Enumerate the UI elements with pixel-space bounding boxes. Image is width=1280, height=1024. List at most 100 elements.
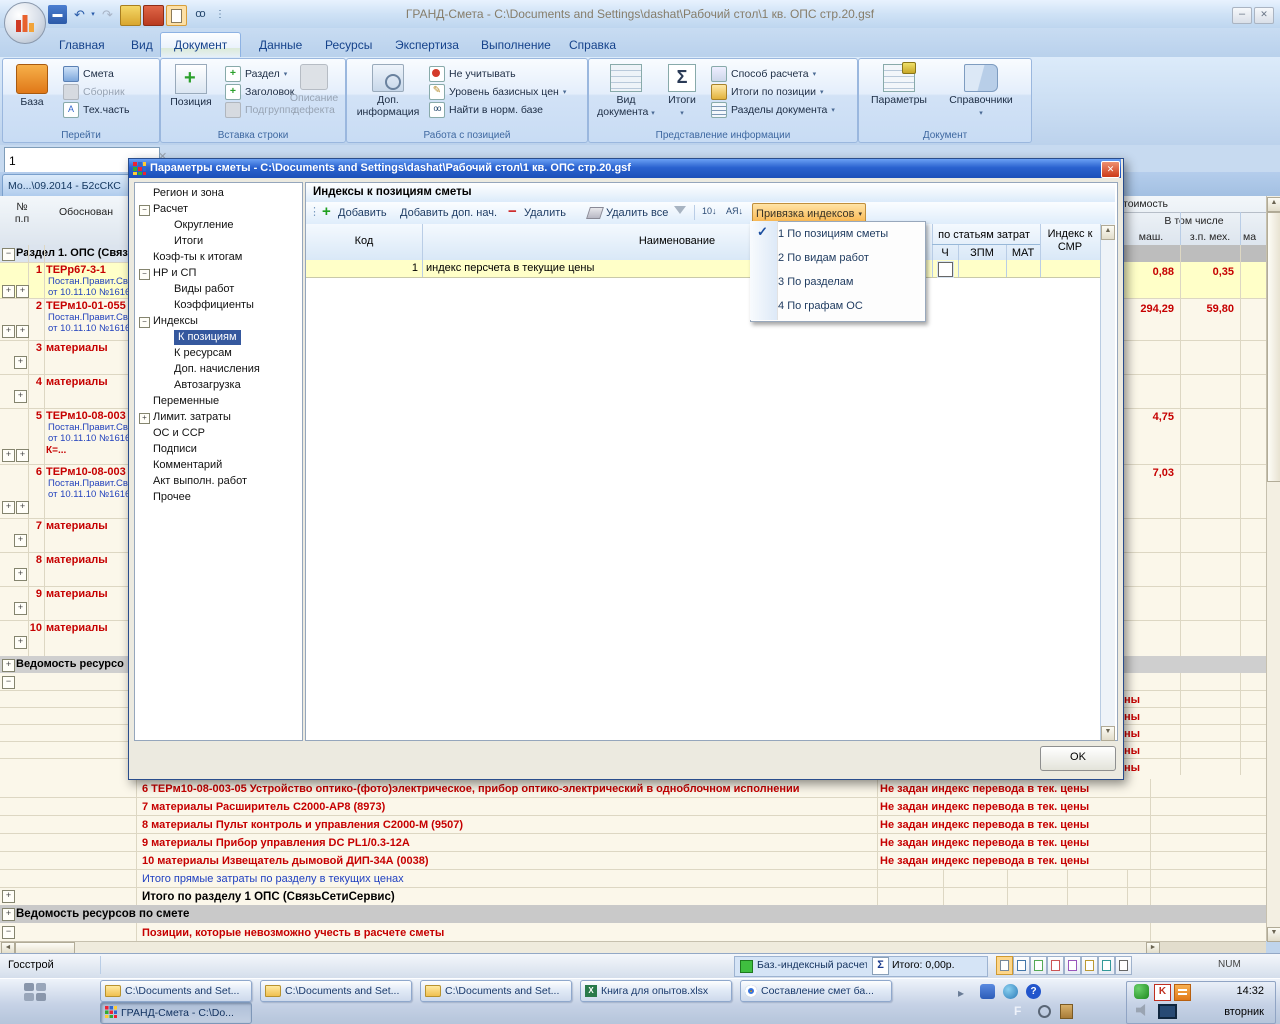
razdel-button[interactable]: +Раздел▾ (225, 65, 287, 82)
row-num[interactable]: 5 (0, 410, 42, 422)
tray-clover-icon[interactable] (1134, 984, 1149, 999)
view-mode-icon-3[interactable] (1030, 956, 1047, 975)
expand-icon[interactable]: + (2, 908, 15, 921)
zagolovok-button[interactable]: +Заголовок (225, 83, 294, 100)
qat-overflow-icon[interactable]: ⋮ (214, 5, 226, 24)
row-num[interactable]: 3 (0, 342, 42, 354)
collapse-icon[interactable]: − (2, 248, 15, 261)
tab-spravka[interactable]: Справка (556, 33, 629, 57)
expand-icon[interactable]: + (14, 390, 27, 403)
section-total-row[interactable]: Итого по разделу 1 ОПС (СвязьСетиСервис) (142, 891, 874, 903)
tray-expand-icon[interactable]: ▸ (958, 986, 964, 1000)
norm-base-icon[interactable] (120, 5, 141, 26)
expand-icon[interactable]: + (16, 285, 29, 298)
cell-value[interactable]: 4,75 (1122, 411, 1174, 423)
menu-item-po-vidam-rabot[interactable]: 2 По видам работ (778, 246, 920, 270)
tab-dannye[interactable]: Данные (246, 33, 315, 57)
taskbar-button-chrome[interactable]: Составление смет ба... (740, 980, 892, 1002)
add-icon[interactable]: + (322, 203, 331, 220)
itogi-po-pozicii-button[interactable]: Итоги по позиции▾ (711, 83, 823, 100)
undo-dropdown-icon[interactable]: ▾ (88, 5, 98, 24)
tab-glavnaya[interactable]: Главная (46, 33, 118, 57)
document-tab[interactable]: Мо...\09.2014 - Б2сСКС (2, 174, 139, 197)
expand-icon[interactable]: + (2, 659, 15, 672)
clipboard-view-icon[interactable] (166, 5, 187, 26)
app-button[interactable] (4, 2, 46, 44)
cell-value[interactable]: 59,80 (1180, 303, 1234, 315)
row-code[interactable]: материалы (46, 342, 128, 354)
row-num[interactable]: 1 (0, 264, 42, 276)
tray-globe-icon[interactable] (1003, 984, 1018, 999)
view-mode-icon-4[interactable] (1047, 956, 1064, 975)
vid-dokumenta-button[interactable]: Виддокумента ▾ (597, 64, 655, 120)
taskbar-button-folder-3[interactable]: C:\Documents and Set... (420, 980, 572, 1002)
tree-item-raschet[interactable]: Расчет (153, 202, 188, 217)
position-row-name[interactable]: 7 материалы Расширитель С2000-АР8 (8973) (142, 801, 874, 813)
view-mode-icon-5[interactable] (1064, 956, 1081, 975)
pozicija-button[interactable]: + Позиция (165, 64, 217, 108)
expand-icon[interactable]: + (2, 449, 15, 462)
expand-icon[interactable]: + (14, 356, 27, 369)
redo-icon[interactable]: ↷ (98, 5, 117, 24)
view-mode-icon-6[interactable] (1081, 956, 1098, 975)
cell-value[interactable]: 0,88 (1122, 266, 1174, 278)
tree-item-dop-nachislenija[interactable]: Доп. начисления (174, 362, 260, 377)
impossible-positions-row[interactable]: Позиции, которые невозможно учесть в рас… (142, 927, 874, 939)
row-num[interactable]: 7 (0, 520, 42, 532)
dop-informacija-button[interactable]: Доп.информация (355, 64, 421, 118)
tray-punto-icon[interactable] (1174, 984, 1191, 1001)
cell-value[interactable]: 7,03 (1122, 467, 1174, 479)
delete-icon[interactable]: − (508, 203, 517, 220)
taskbar-button-folder-2[interactable]: C:\Documents and Set... (260, 980, 412, 1002)
sposob-rascheta-button[interactable]: Способ расчета▾ (711, 65, 816, 82)
dialog-close-button[interactable]: ✕ (1101, 161, 1120, 178)
undo-icon[interactable]: ↶ (70, 5, 89, 24)
row-code[interactable]: ТЕРр67-3-1 (46, 264, 128, 276)
tree-item-nrsp[interactable]: НР и СП (153, 266, 196, 281)
expand-icon[interactable]: + (16, 325, 29, 338)
taskbar-button-folder-1[interactable]: C:\Documents and Set... (100, 980, 252, 1002)
expand-icon[interactable]: + (14, 568, 27, 581)
tree-item-region[interactable]: Регион и зона (153, 186, 224, 201)
expand-icon[interactable]: + (16, 449, 29, 462)
view-mode-icon-1[interactable] (996, 956, 1013, 975)
sum-icon[interactable]: Σ (872, 957, 889, 975)
menu-item-po-grafam-os[interactable]: 4 По графам ОС (778, 294, 920, 318)
row-code[interactable]: ТЕРм10-01-055 (46, 300, 128, 312)
smeta-button[interactable]: Смета (63, 65, 114, 82)
tree-item-podpisi[interactable]: Подписи (153, 442, 197, 457)
delete-button[interactable]: Удалить (524, 207, 566, 219)
tree-item-avtozagruzka[interactable]: Автозагрузка (174, 378, 241, 393)
expand-icon[interactable]: + (139, 413, 150, 424)
scroll-down-icon[interactable]: ▼ (1267, 927, 1280, 942)
tree-item-kommentarij[interactable]: Комментарий (153, 458, 222, 473)
position-row-name[interactable]: 6 ТЕРм10-08-003-05 Устройство оптико-(фо… (142, 783, 874, 795)
tab-vypolnenie[interactable]: Выполнение (468, 33, 564, 57)
expand-icon[interactable]: + (16, 501, 29, 514)
menu-item-po-pozicijam[interactable]: 1 По позициям сметы (778, 222, 920, 246)
add-dop-button[interactable]: Добавить доп. нач. (400, 207, 497, 219)
delete-all-button[interactable]: Удалить все (606, 207, 668, 219)
cell-value[interactable]: 294,29 (1122, 303, 1174, 315)
expand-icon[interactable]: + (2, 501, 15, 514)
tree-item-itogi[interactable]: Итоги (174, 234, 203, 249)
collapse-icon[interactable]: − (139, 317, 150, 328)
view-mode-icon-2[interactable] (1013, 956, 1030, 975)
tree-item-peremennye[interactable]: Переменные (153, 394, 219, 409)
view-mode-icon-7[interactable] (1098, 956, 1115, 975)
row-code[interactable]: ТЕРм10-08-003 (46, 410, 128, 422)
tree-item-limit-zatraty[interactable]: Лимит. затраты (153, 410, 231, 425)
tree-item-prochee[interactable]: Прочее (153, 490, 191, 505)
tab-ekspertiza[interactable]: Экспертиза (382, 33, 472, 57)
dialog-scrollbar[interactable] (1100, 224, 1115, 741)
tree-item-koefy[interactable]: Коэф-ты к итогам (153, 250, 242, 265)
row-code[interactable]: материалы (46, 520, 128, 532)
tree-item-k-resursam[interactable]: К ресурсам (174, 346, 232, 361)
collapse-icon[interactable]: − (139, 269, 150, 280)
opisanie-defekta-button[interactable]: Описаниедефекта (287, 64, 341, 116)
tree-item-vidy-rabot[interactable]: Виды работ (174, 282, 234, 297)
row-code[interactable]: материалы (46, 554, 128, 566)
binoculars-icon[interactable]: oo (190, 5, 209, 24)
row-num[interactable]: 9 (0, 588, 42, 600)
tech-chast-button[interactable]: AТех.часть (63, 101, 129, 118)
